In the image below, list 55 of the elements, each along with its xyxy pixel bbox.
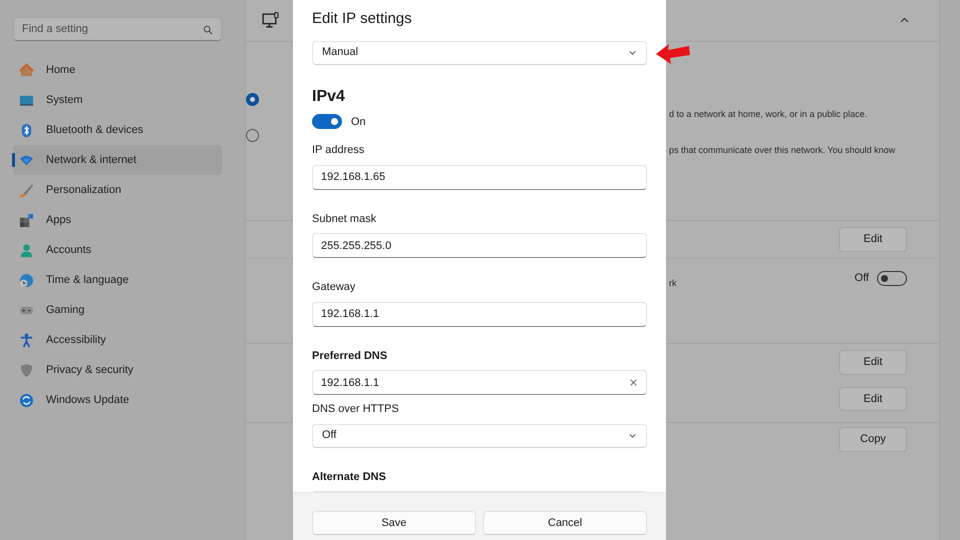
bluetooth-icon (19, 122, 34, 138)
cancel-button[interactable]: Cancel (483, 511, 647, 535)
refresh-icon (19, 392, 34, 408)
description-text: rk (669, 277, 676, 290)
setting-button[interactable]: Edit (839, 386, 907, 412)
field-label: Gateway (312, 280, 356, 295)
setting-button[interactable]: Copy (839, 427, 907, 452)
field-label: IP address (312, 143, 366, 158)
sidebar-item[interactable]: Windows Update (13, 385, 222, 415)
input-field[interactable]: 192.168.1.1 (312, 370, 647, 395)
field-label: DNS over HTTPS (312, 402, 400, 417)
sidebar-item[interactable]: Privacy & security (13, 355, 222, 385)
dialog-title: Edit IP settings (312, 9, 413, 29)
person-icon (19, 242, 34, 258)
mode-dropdown[interactable]: Manual (312, 40, 647, 64)
description-text: d to a network at home, work, or in a public place. (669, 108, 868, 121)
accessibility-icon (19, 332, 34, 348)
sidebar-item[interactable]: Apps (13, 205, 222, 235)
input-field[interactable]: 192.168.1.1 (312, 302, 647, 326)
sidebar-item[interactable]: Network & internet (13, 145, 222, 175)
setting-button[interactable]: Edit (839, 227, 907, 252)
brush-icon (19, 182, 34, 198)
field-label: Subnet mask (312, 212, 378, 226)
sidebar-item[interactable]: Home (13, 55, 222, 85)
description-text: ps that communicate over this network. You should know (669, 144, 896, 157)
sidebar-item[interactable]: System (13, 85, 222, 115)
toggle-label: On (351, 114, 366, 130)
radio-button[interactable] (246, 129, 259, 142)
sidebar-item[interactable]: Accounts (13, 235, 222, 265)
input-field[interactable]: 192.168.1.65 (312, 164, 647, 190)
apps-icon (19, 212, 34, 228)
input-field[interactable]: 255.255.255.0 (312, 233, 647, 258)
sidebar-item[interactable]: Time & language (13, 265, 222, 295)
search-field[interactable]: Find a setting (13, 17, 222, 41)
section-heading: IPv4 (312, 86, 346, 106)
save-button[interactable]: Save (312, 511, 476, 535)
radio-button[interactable] (246, 93, 259, 106)
globe-clock-icon (19, 272, 34, 288)
sidebar-item[interactable]: Gaming (13, 295, 222, 325)
field-label: Alternate DNS (312, 470, 387, 484)
toggle-label: Off (854, 271, 869, 286)
ethernet-icon (262, 12, 279, 29)
search-icon (203, 25, 213, 35)
sidebar-item[interactable]: Accessibility (13, 325, 222, 355)
home-icon (19, 62, 34, 78)
sidebar-item[interactable]: Bluetooth & devices (13, 115, 222, 145)
toggle-switch[interactable] (877, 271, 907, 286)
dns-dropdown[interactable]: Off (312, 424, 647, 448)
shield-icon (19, 362, 34, 378)
field-label: Preferred DNS (312, 348, 388, 364)
close-icon[interactable] (629, 378, 638, 387)
toggle-switch[interactable] (312, 114, 342, 130)
annotation-arrow (655, 42, 691, 64)
sidebar-item[interactable]: Personalization (13, 175, 222, 205)
setting-button[interactable]: Edit (839, 350, 907, 375)
